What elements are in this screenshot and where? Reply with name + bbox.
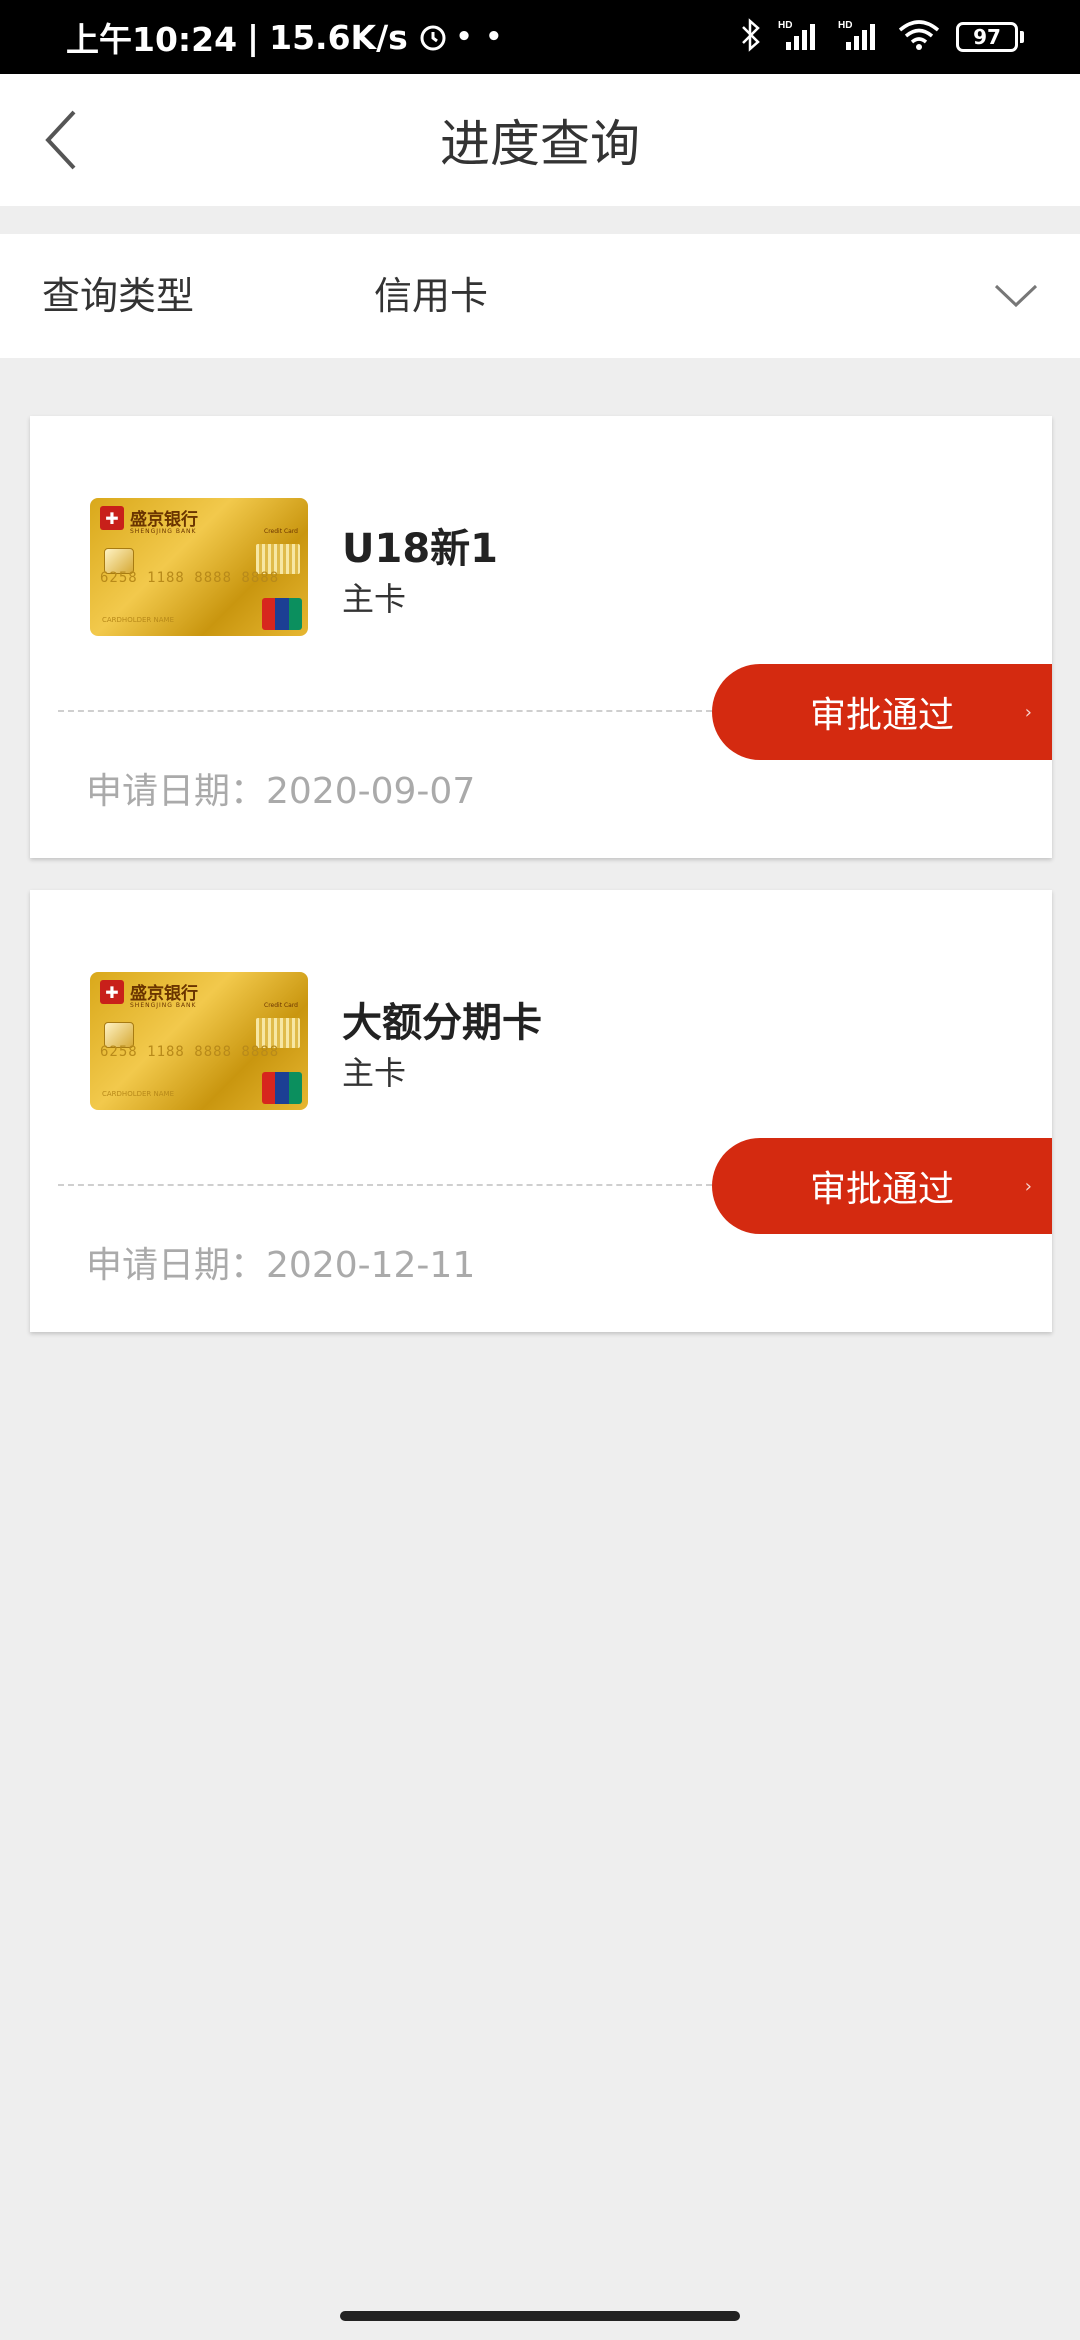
apply-date-label: 申请日期： <box>86 1245 267 1286</box>
status-separator: | <box>247 17 260 57</box>
card-number: 6258 1188 8888 8888 <box>100 570 280 586</box>
query-type-value[interactable]: 信用卡 <box>374 234 488 358</box>
status-badge[interactable]: 审批通过 › <box>712 1138 1052 1234</box>
status-text: 审批通过 <box>809 1169 954 1210</box>
back-button[interactable] <box>22 100 102 180</box>
signal-hd-icon: HD <box>838 18 882 56</box>
status-bar: 上午10:24 | 15.6K/s • • HD HD 97 <box>0 0 1080 74</box>
apply-date-value: 2020-09-07 <box>266 771 476 812</box>
alarm-icon <box>418 22 448 52</box>
chevron-left-icon <box>45 110 76 170</box>
query-type-label: 查询类型 <box>42 274 195 318</box>
apply-date: 申请日期：2020-09-07 <box>86 762 475 814</box>
query-type-selector[interactable]: 查询类型 信用卡 <box>0 234 1080 358</box>
status-right: HD HD 97 <box>740 18 1024 56</box>
signal-hd-icon: HD <box>778 18 822 56</box>
dashed-divider <box>58 710 712 712</box>
card-badge-text: Credit Card <box>264 528 298 535</box>
card-type: 主卡 <box>342 1054 407 1092</box>
bank-logo-icon: ✚ <box>100 506 124 530</box>
unionpay-logo-icon <box>262 598 302 630</box>
card-bank-name-en: SHENGJING BANK <box>130 528 197 535</box>
battery-cap <box>1020 31 1024 43</box>
status-left: 上午10:24 | 15.6K/s • • <box>66 13 504 61</box>
network-speed: 15.6K/s <box>269 17 408 57</box>
battery-level: 97 <box>956 22 1018 52</box>
card-number: 6258 1188 8888 8888 <box>100 1044 280 1060</box>
header: 进度查询 <box>0 74 1080 206</box>
credit-card-image: ✚ 盛京银行 SHENGJING BANK Credit Card 6258 1… <box>90 972 308 1110</box>
credit-card-image: ✚ 盛京银行 SHENGJING BANK Credit Card 6258 1… <box>90 498 308 636</box>
status-badge[interactable]: 审批通过 › <box>712 664 1052 760</box>
chevron-right-icon: › <box>1024 1175 1032 1197</box>
status-text: 审批通过 <box>809 695 954 736</box>
battery-icon: 97 <box>956 22 1024 52</box>
card-badge-text: Credit Card <box>264 1002 298 1009</box>
card-bank-name-en: SHENGJING BANK <box>130 1002 197 1009</box>
dashed-divider <box>58 1184 712 1186</box>
card-holder: CARDHOLDER NAME <box>102 1090 174 1098</box>
bluetooth-icon <box>740 18 762 56</box>
more-dots-icon: • • <box>455 22 505 52</box>
home-indicator[interactable] <box>340 2311 740 2321</box>
card-bank-name: 盛京银行 <box>130 510 198 530</box>
chevron-down-icon[interactable] <box>986 266 1046 326</box>
bank-logo-icon: ✚ <box>100 980 124 1004</box>
card-type: 主卡 <box>342 580 407 618</box>
application-card[interactable]: ✚ 盛京银行 SHENGJING BANK Credit Card 6258 1… <box>30 890 1052 1332</box>
apply-date-label: 申请日期： <box>86 771 267 812</box>
svg-text:HD: HD <box>838 20 852 31</box>
card-product-name: U18新1 <box>342 526 498 572</box>
apply-date-value: 2020-12-11 <box>266 1245 476 1286</box>
apply-date: 申请日期：2020-12-11 <box>86 1236 475 1288</box>
card-bank-name: 盛京银行 <box>130 984 198 1004</box>
card-product-name: 大额分期卡 <box>342 1000 542 1046</box>
status-time: 上午10:24 <box>66 20 238 59</box>
svg-text:HD: HD <box>778 20 792 31</box>
chevron-right-icon: › <box>1024 701 1032 723</box>
page-title: 进度查询 <box>440 115 640 173</box>
wifi-icon <box>898 18 940 56</box>
unionpay-logo-icon <box>262 1072 302 1104</box>
card-holder: CARDHOLDER NAME <box>102 616 174 624</box>
application-card[interactable]: ✚ 盛京银行 SHENGJING BANK Credit Card 6258 1… <box>30 416 1052 858</box>
